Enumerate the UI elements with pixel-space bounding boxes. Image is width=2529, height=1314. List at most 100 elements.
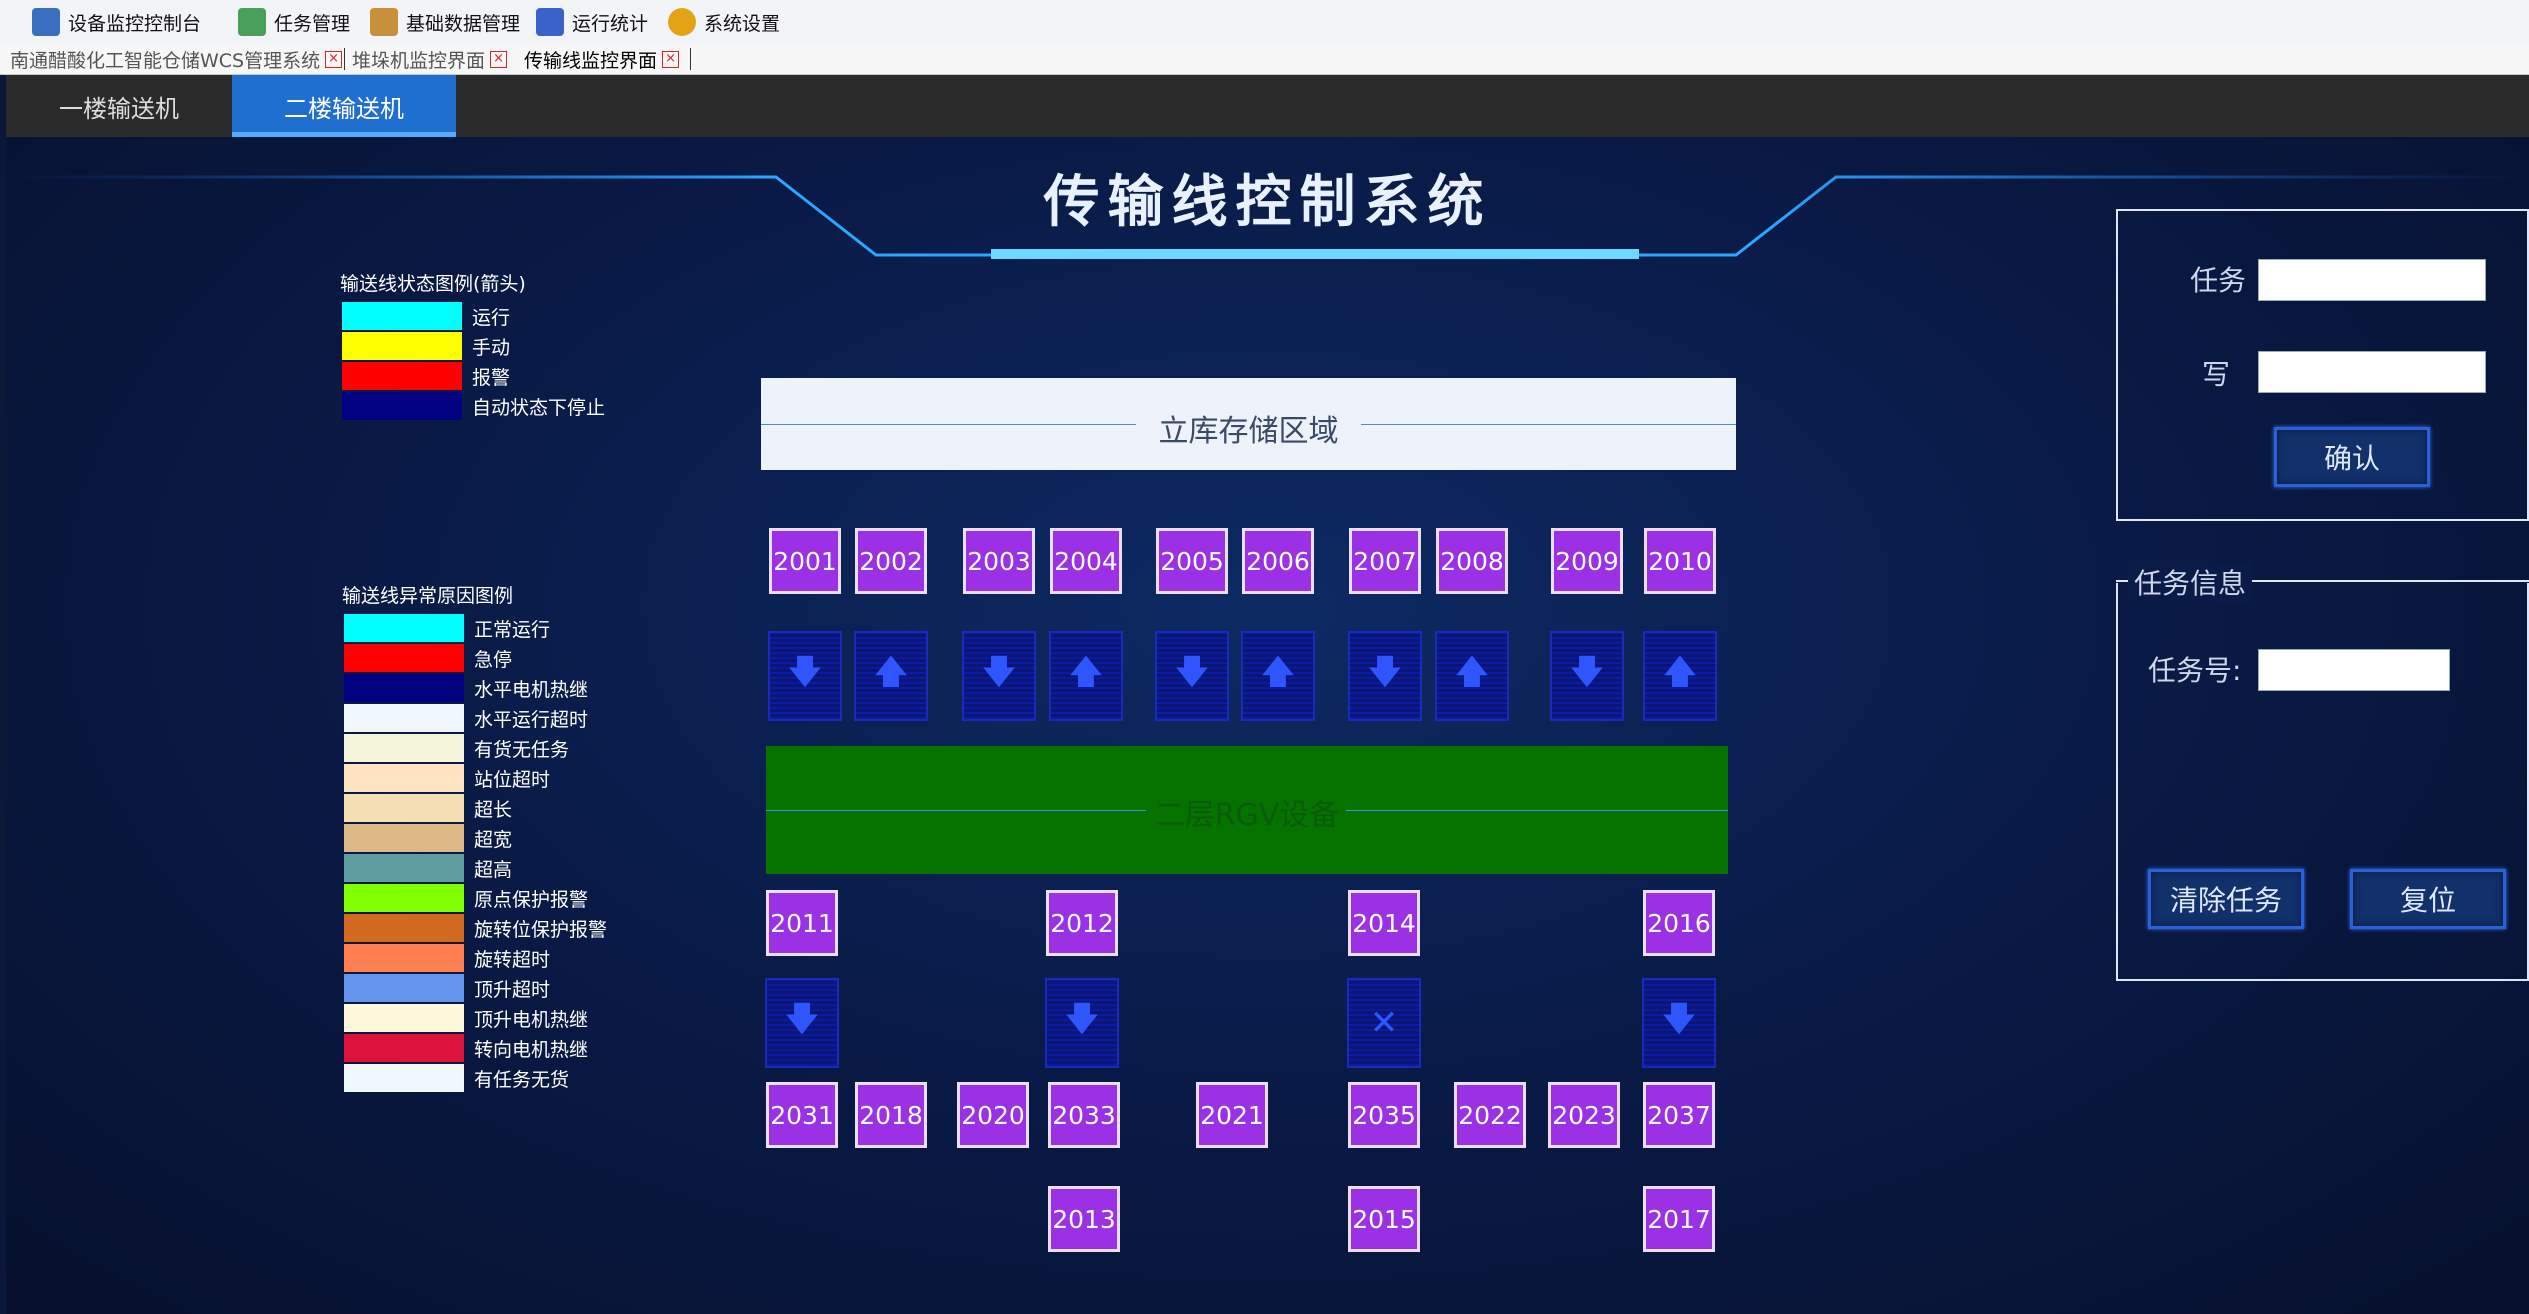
legend-label: 旋转位保护报警 (474, 918, 608, 941)
conveyor-direction-arrow[interactable]: 🡇 (1045, 978, 1119, 1068)
conveyor-station[interactable]: 2002 (855, 528, 927, 594)
legend-swatch (342, 332, 462, 360)
conveyor-station[interactable]: 2004 (1050, 528, 1122, 594)
conveyor-direction-arrow[interactable]: 🡇 (1550, 631, 1624, 721)
conveyor-station[interactable]: 2011 (766, 890, 838, 956)
close-icon[interactable]: × (490, 50, 508, 68)
task-doc-icon (238, 8, 266, 36)
conveyor-direction-arrow[interactable]: 🡅 (854, 631, 928, 721)
conveyor-direction-arrow[interactable]: 🡇 (962, 631, 1036, 721)
conveyor-station[interactable]: 2018 (855, 1082, 927, 1148)
doc-tab-conveyor-monitor[interactable]: 传输线监控界面 × (524, 46, 680, 72)
menu-item-system-settings[interactable]: 系统设置 (668, 6, 780, 38)
legend-row: 旋转位保护报警 (344, 914, 607, 942)
conveyor-direction-arrow[interactable]: 🡇 (765, 978, 839, 1068)
legend-swatch (344, 644, 464, 672)
legend-label: 顶升电机热继 (474, 1008, 589, 1031)
conveyor-station[interactable]: 2015 (1348, 1186, 1420, 1252)
legend-swatch (344, 824, 464, 852)
close-icon[interactable]: × (662, 50, 680, 68)
gear-icon (668, 8, 696, 36)
legend-swatch (342, 302, 462, 330)
task-label: 任务 (2190, 264, 2247, 297)
conveyor-direction-arrow[interactable]: 🡇 (768, 631, 842, 721)
legend-label: 手动 (472, 336, 511, 359)
legend-row: 有货无任务 (344, 734, 569, 762)
tab-floor-1-conveyor[interactable]: 一楼输送机 (6, 75, 232, 137)
legend-label: 顶升超时 (474, 978, 551, 1001)
legend-label: 急停 (474, 648, 513, 671)
doc-tab-stacker-monitor[interactable]: 堆垛机监控界面 × (352, 46, 508, 72)
conveyor-station[interactable]: 2037 (1643, 1082, 1715, 1148)
arrow-down-icon: 🡇 (1569, 651, 1605, 692)
conveyor-station[interactable]: 2023 (1548, 1082, 1620, 1148)
legend-label: 水平运行超时 (474, 708, 589, 731)
doc-tab-wcs-system[interactable]: 南通醋酸化工智能仓储WCS管理系统 × (10, 46, 343, 72)
status-legend-title: 输送线状态图例(箭头) (340, 273, 526, 295)
conveyor-station[interactable]: 2006 (1242, 528, 1314, 594)
conveyor-direction-arrow[interactable]: 🡇 (1642, 978, 1716, 1068)
conveyor-station[interactable]: 2017 (1643, 1186, 1715, 1252)
conveyor-station[interactable]: 2009 (1551, 528, 1623, 594)
conveyor-station[interactable]: 2013 (1048, 1186, 1120, 1252)
conveyor-direction-arrow[interactable]: 🡅 (1435, 631, 1509, 721)
conveyor-direction-arrow[interactable]: 🡇 (1155, 631, 1229, 721)
bar-chart-icon (536, 8, 564, 36)
conveyor-station[interactable]: 2020 (957, 1082, 1029, 1148)
reset-button[interactable]: 复位 (2350, 869, 2506, 929)
conveyor-station[interactable]: 2031 (766, 1082, 838, 1148)
conveyor-direction-arrow[interactable]: 🡅 (1241, 631, 1315, 721)
conveyor-direction-arrow[interactable]: ✕ (1347, 978, 1421, 1068)
legend-swatch (344, 704, 464, 732)
conveyor-station[interactable]: 2035 (1348, 1082, 1420, 1148)
tab-separator (344, 48, 345, 70)
confirm-button[interactable]: 确认 (2274, 427, 2430, 487)
arrow-up-icon: 🡅 (1454, 651, 1490, 692)
legend-row: 超高 (344, 854, 512, 882)
conveyor-station[interactable]: 2007 (1349, 528, 1421, 594)
arrow-down-icon: 🡇 (1661, 998, 1697, 1039)
conveyor-station[interactable]: 2012 (1046, 890, 1118, 956)
legend-swatch (344, 914, 464, 942)
conveyor-direction-arrow[interactable]: 🡅 (1049, 631, 1123, 721)
legend-label: 超宽 (474, 828, 513, 851)
task-no-input[interactable] (2258, 649, 2450, 691)
legend-row: 旋转超时 (344, 944, 550, 972)
conveyor-station[interactable]: 2005 (1156, 528, 1228, 594)
menu-item-task-management[interactable]: 任务管理 (238, 6, 350, 38)
legend-row: 顶升超时 (344, 974, 550, 1002)
legend-swatch (342, 362, 462, 390)
legend-label: 站位超时 (474, 768, 551, 791)
legend-label: 水平电机热继 (474, 678, 589, 701)
conveyor-station[interactable]: 2001 (769, 528, 841, 594)
storage-area: 立库存储区域 (761, 378, 1736, 470)
conveyor-direction-arrow[interactable]: 🡅 (1643, 631, 1717, 721)
clear-task-button[interactable]: 清除任务 (2148, 869, 2304, 929)
conveyor-direction-arrow[interactable]: 🡇 (1348, 631, 1422, 721)
tab-floor-2-conveyor[interactable]: 二楼输送机 (232, 75, 456, 137)
legend-row: 自动状态下停止 (342, 392, 605, 420)
monitor-console-icon (32, 8, 60, 36)
conveyor-station[interactable]: 2016 (1643, 890, 1715, 956)
conveyor-station[interactable]: 2003 (963, 528, 1035, 594)
task-no-label: 任务号: (2148, 654, 2242, 687)
menu-item-run-statistics[interactable]: 运行统计 (536, 6, 648, 38)
legend-label: 正常运行 (474, 618, 551, 641)
write-label: 写 (2202, 358, 2231, 391)
conveyor-station[interactable]: 2014 (1348, 890, 1420, 956)
menu-item-monitor-console[interactable]: 设备监控控制台 (32, 6, 201, 38)
conveyor-station[interactable]: 2033 (1048, 1082, 1120, 1148)
legend-swatch (344, 794, 464, 822)
write-input[interactable] (2258, 351, 2486, 393)
conveyor-station[interactable]: 2022 (1454, 1082, 1526, 1148)
close-icon[interactable]: × (325, 50, 343, 68)
conveyor-station[interactable]: 2010 (1644, 528, 1716, 594)
task-input[interactable] (2258, 259, 2486, 301)
arrow-down-icon: 🡇 (1064, 998, 1100, 1039)
legend-swatch (344, 854, 464, 882)
conveyor-station[interactable]: 2021 (1196, 1082, 1268, 1148)
conveyor-station[interactable]: 2008 (1436, 528, 1508, 594)
document-tabs: 南通醋酸化工智能仓储WCS管理系统 × 堆垛机监控界面 × 传输线监控界面 × (0, 44, 2529, 75)
legend-label: 有货无任务 (474, 738, 570, 761)
menu-item-base-data[interactable]: 基础数据管理 (370, 6, 520, 38)
